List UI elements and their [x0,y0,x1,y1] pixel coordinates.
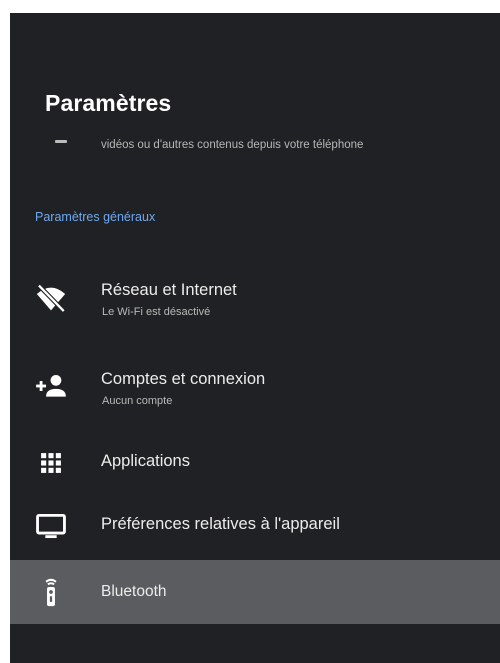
add-account-icon [34,369,68,403]
cast-icon [55,140,67,143]
menu-item-applications[interactable]: Applications [10,438,500,488]
menu-item-bluetooth[interactable]: Bluetooth [10,560,500,624]
remote-icon [34,575,68,609]
menu-item-label: Bluetooth [101,583,167,600]
menu-item-accounts[interactable]: Comptes et connexion Aucun compte [10,355,500,421]
apps-grid-icon [34,446,68,480]
menu-item-label: Comptes et connexion [101,370,266,388]
section-header-general: Paramètres généraux [35,210,156,224]
menu-item-label: Préférences relatives à l'appareil [101,515,340,533]
item-description: vidéos ou d'autres contenus depuis votre… [101,139,364,151]
menu-item-network[interactable]: Réseau et Internet Le Wi-Fi est désactiv… [10,266,500,332]
menu-item-device-preferences[interactable]: Préférences relatives à l'appareil [10,501,500,551]
settings-panel: Paramètres vidéos ou d'autres contenus d… [10,13,500,663]
tv-icon [34,509,68,543]
menu-item-subtitle: Aucun compte [102,395,173,407]
page-title: Paramètres [45,90,172,116]
menu-item-label: Applications [101,452,190,470]
wifi-off-icon [34,282,68,316]
menu-item-subtitle: Le Wi-Fi est désactivé [102,306,211,318]
partially-visible-item[interactable]: vidéos ou d'autres contenus depuis votre… [10,131,500,191]
menu-item-label: Réseau et Internet [101,281,237,299]
